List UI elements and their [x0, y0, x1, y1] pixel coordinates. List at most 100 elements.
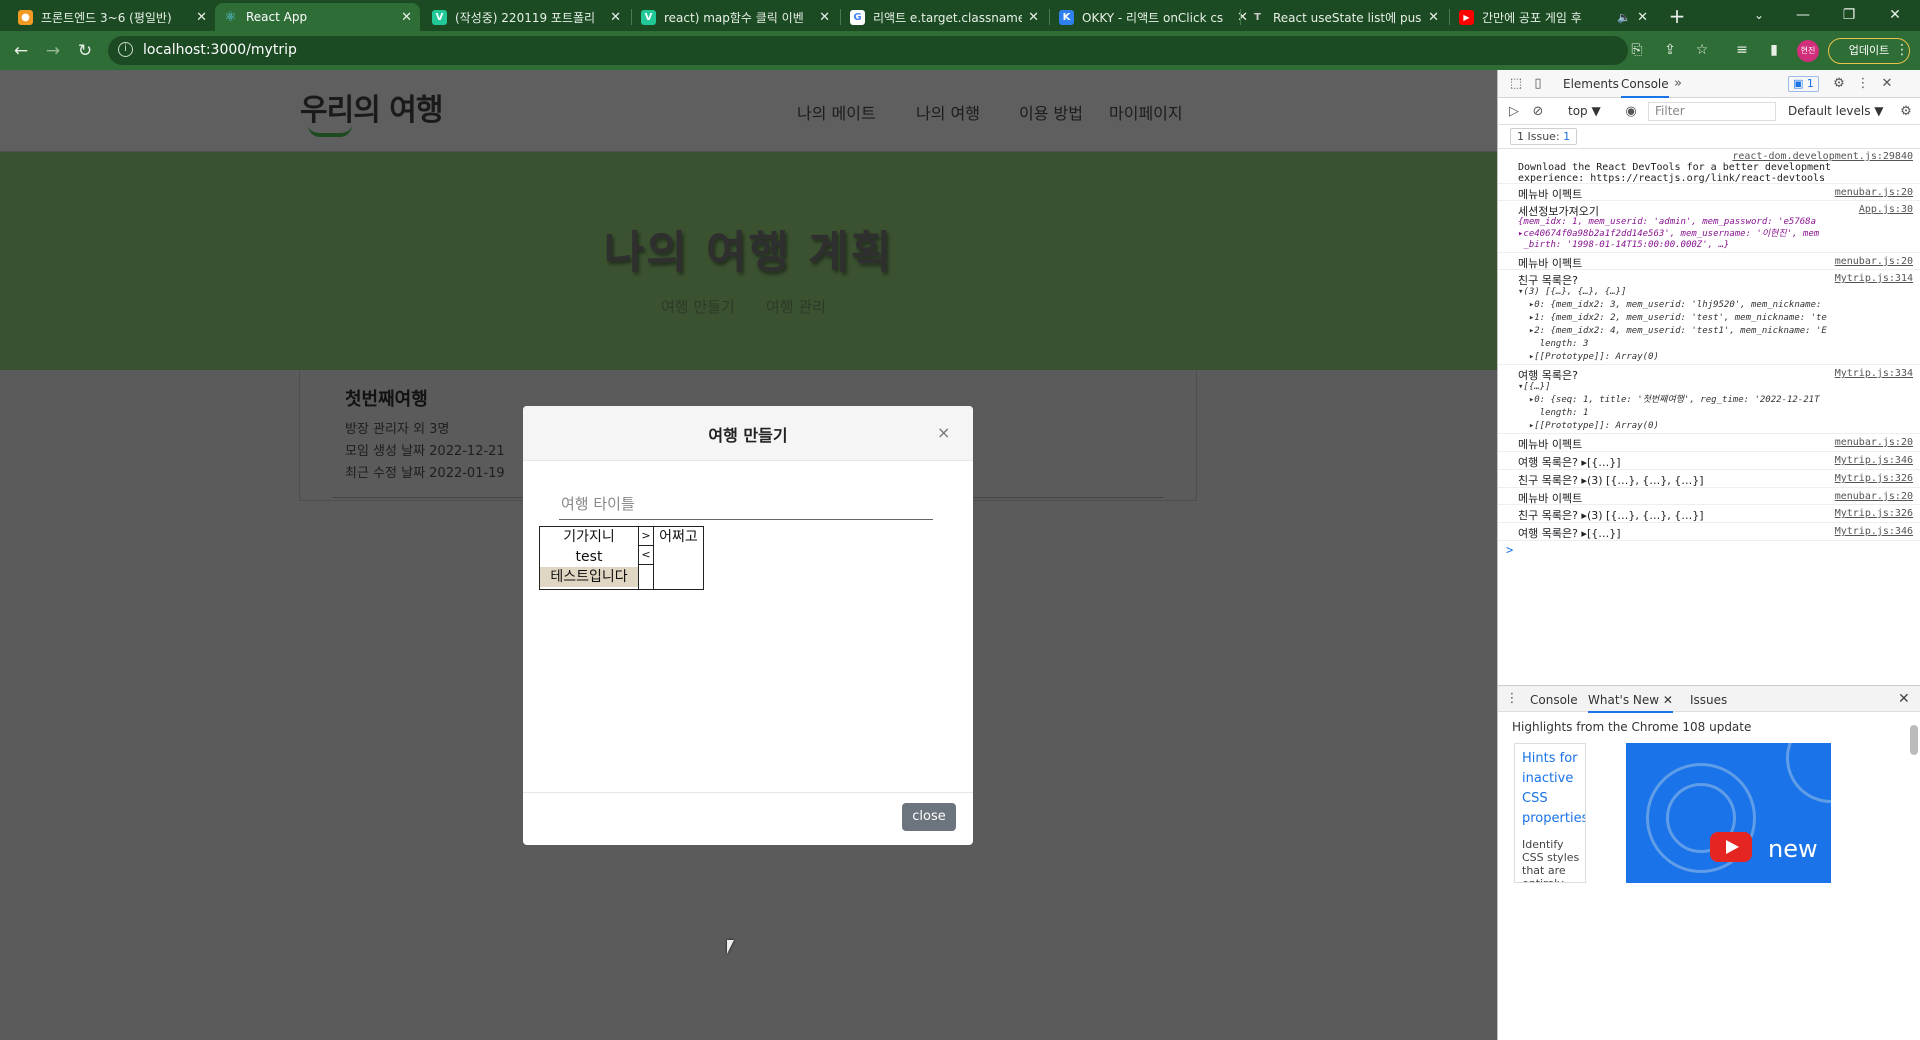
- console-prompt[interactable]: >: [1506, 543, 1513, 557]
- kebab-menu-icon[interactable]: ⋮: [1504, 691, 1520, 707]
- card-title[interactable]: Hints for inactive CSS properties: [1522, 749, 1585, 829]
- source-link[interactable]: Mytrip.js:346: [1835, 526, 1913, 537]
- console-message[interactable]: 여행 목록은? ▸[{…}]: [1518, 454, 1621, 470]
- browser-tab[interactable]: ▶ 간만에 공포 게임 후 🔈 ✕: [1451, 3, 1656, 31]
- move-left-button[interactable]: <: [639, 546, 653, 565]
- nav-my-mate[interactable]: 나의 메이트: [797, 100, 876, 124]
- browser-tab-active[interactable]: ⚛ React App ✕: [215, 3, 420, 31]
- eye-icon[interactable]: ◉: [1623, 104, 1639, 120]
- close-icon[interactable]: ✕: [1898, 691, 1910, 707]
- console-message[interactable]: 친구 목록은? ▸(3) [{…}, {…}, {…}]: [1518, 472, 1704, 488]
- kebab-menu-icon[interactable]: ⋮: [1855, 76, 1871, 92]
- bookmark-star-icon[interactable]: ☆: [1692, 40, 1712, 60]
- context-selector[interactable]: top ▼: [1568, 104, 1601, 118]
- info-icon[interactable]: i: [118, 42, 133, 57]
- source-link[interactable]: menubar.js:20: [1835, 256, 1913, 267]
- source-link[interactable]: Mytrip.js:334: [1835, 368, 1913, 379]
- close-icon[interactable]: ✕: [196, 10, 207, 25]
- side-panel-icon[interactable]: ▮: [1764, 40, 1784, 60]
- chevron-down-icon[interactable]: ⌄: [1736, 0, 1782, 31]
- url-text[interactable]: localhost:3000/mytrip: [143, 42, 297, 58]
- trip-card-title[interactable]: 첫번째여행: [345, 385, 428, 411]
- speaker-icon[interactable]: 🔈: [1617, 11, 1631, 24]
- browser-tab[interactable]: T React useState list에 push ✕: [1242, 3, 1447, 31]
- drawer-tab-console[interactable]: Console: [1530, 693, 1578, 707]
- source-link[interactable]: App.js:30: [1859, 204, 1913, 215]
- nav-my-trip[interactable]: 나의 여행: [916, 100, 980, 124]
- close-icon[interactable]: ✕: [819, 10, 830, 25]
- tab-elements[interactable]: Elements: [1563, 77, 1619, 91]
- nav-my-page[interactable]: 마이페이지: [1109, 100, 1183, 124]
- tab-console[interactable]: Console: [1621, 77, 1669, 98]
- minimize-button[interactable]: —: [1780, 0, 1826, 31]
- browser-tab[interactable]: V (작성중) 220119 포트폴리 ✕: [424, 3, 629, 31]
- device-toolbar-icon[interactable]: ▯: [1530, 76, 1546, 92]
- reload-icon[interactable]: ↻: [72, 38, 98, 64]
- source-link[interactable]: Mytrip.js:346: [1835, 455, 1913, 466]
- nav-how-to-use[interactable]: 이용 방법: [1019, 100, 1083, 124]
- list-item[interactable]: 어쩌고: [654, 527, 703, 547]
- new-tab-button[interactable]: +: [1663, 3, 1691, 29]
- youtube-play-icon[interactable]: [1710, 832, 1752, 862]
- whats-new-video[interactable]: new: [1626, 743, 1831, 883]
- source-link[interactable]: react-dom.development.js:29840: [1732, 151, 1913, 162]
- close-icon[interactable]: ✕: [401, 10, 412, 25]
- log-levels-dropdown[interactable]: Default levels ▼: [1788, 104, 1884, 118]
- forward-arrow-icon[interactable]: →: [40, 38, 66, 64]
- list-item-selected[interactable]: 테스트입니다: [540, 567, 638, 587]
- list-item[interactable]: test: [540, 547, 638, 567]
- source-link[interactable]: menubar.js:20: [1835, 437, 1913, 448]
- close-icon[interactable]: ✕: [1637, 10, 1648, 25]
- drawer-tab-issues[interactable]: Issues: [1690, 693, 1727, 707]
- close-icon[interactable]: ×: [937, 423, 950, 442]
- console-object[interactable]: ▾(3) [{…}, {…}, {…}] ▸0: {mem_idx2: 3, m…: [1518, 286, 1827, 364]
- site-logo[interactable]: 우리의 여행: [300, 85, 443, 137]
- scrollbar[interactable]: [1910, 725, 1918, 755]
- restore-button[interactable]: ❐: [1826, 0, 1872, 31]
- console-object[interactable]: {mem_idx: 1, mem_userid: 'admin', mem_pa…: [1518, 217, 1819, 252]
- list-item[interactable]: 기가지니: [540, 527, 638, 547]
- drawer-tab-whats-new[interactable]: What's New ✕: [1588, 693, 1673, 713]
- close-icon[interactable]: ✕: [1663, 693, 1673, 707]
- share-icon[interactable]: ⇪: [1660, 40, 1680, 60]
- console-message[interactable]: 여행 목록은? ▸[{…}]: [1518, 525, 1621, 541]
- source-link[interactable]: menubar.js:20: [1835, 187, 1913, 198]
- close-icon[interactable]: ✕: [1428, 10, 1439, 25]
- close-button[interactable]: close: [902, 803, 956, 831]
- kebab-menu-icon[interactable]: ⋮: [1892, 40, 1912, 60]
- move-right-button[interactable]: >: [639, 527, 653, 546]
- translate-icon[interactable]: ⎘: [1627, 40, 1647, 60]
- clear-console-icon[interactable]: ⊘: [1530, 104, 1546, 120]
- issues-button[interactable]: 1 Issue: 1: [1510, 128, 1578, 145]
- whats-new-card[interactable]: Hints for inactive CSS properties Identi…: [1514, 743, 1586, 883]
- console-object[interactable]: ▾[{…}] ▸0: {seq: 1, title: '첫번째여행', reg_…: [1518, 381, 1820, 433]
- close-icon[interactable]: ✕: [1879, 76, 1895, 92]
- browser-tab[interactable]: V react) map함수 클릭 이벤 ✕: [633, 3, 838, 31]
- reading-list-icon[interactable]: ≡: [1732, 40, 1752, 60]
- address-bar[interactable]: i localhost:3000/mytrip: [108, 36, 1628, 65]
- close-icon[interactable]: ✕: [610, 10, 621, 25]
- source-link[interactable]: Mytrip.js:326: [1835, 508, 1913, 519]
- window-close-button[interactable]: ✕: [1872, 0, 1918, 31]
- source-link[interactable]: Mytrip.js:326: [1835, 473, 1913, 484]
- browser-tab[interactable]: K OKKY - 리액트 onClick cs ✕: [1051, 3, 1256, 31]
- friend-list-right[interactable]: 어쩌고: [654, 526, 704, 590]
- inspect-icon[interactable]: ⬚: [1508, 76, 1524, 92]
- create-trip-link[interactable]: 여행 만들기: [661, 296, 735, 317]
- console-filter-input[interactable]: Filter: [1648, 102, 1776, 121]
- friend-list-left[interactable]: 기가지니 test 테스트입니다: [539, 526, 639, 590]
- close-icon[interactable]: ✕: [1028, 10, 1039, 25]
- browser-tab[interactable]: G 리액트 e.target.classname ✕: [842, 3, 1047, 31]
- more-tabs-icon[interactable]: »: [1670, 76, 1686, 92]
- source-link[interactable]: Mytrip.js:314: [1835, 273, 1913, 284]
- gear-icon[interactable]: ⚙: [1898, 104, 1914, 120]
- gear-icon[interactable]: ⚙: [1831, 76, 1847, 92]
- sidebar-toggle-icon[interactable]: ▷: [1506, 104, 1522, 120]
- browser-tab[interactable]: ● 프론트엔드 3~6 (평일반) ✕: [10, 3, 215, 31]
- console-message[interactable]: 친구 목록은? ▸(3) [{…}, {…}, {…}]: [1518, 507, 1704, 523]
- manage-trip-link[interactable]: 여행 관리: [766, 296, 826, 317]
- profile-avatar[interactable]: 현진: [1797, 40, 1819, 62]
- trip-title-input[interactable]: [559, 488, 933, 520]
- back-arrow-icon[interactable]: ←: [8, 38, 34, 64]
- message-count-badge[interactable]: ▣ 1: [1788, 76, 1819, 92]
